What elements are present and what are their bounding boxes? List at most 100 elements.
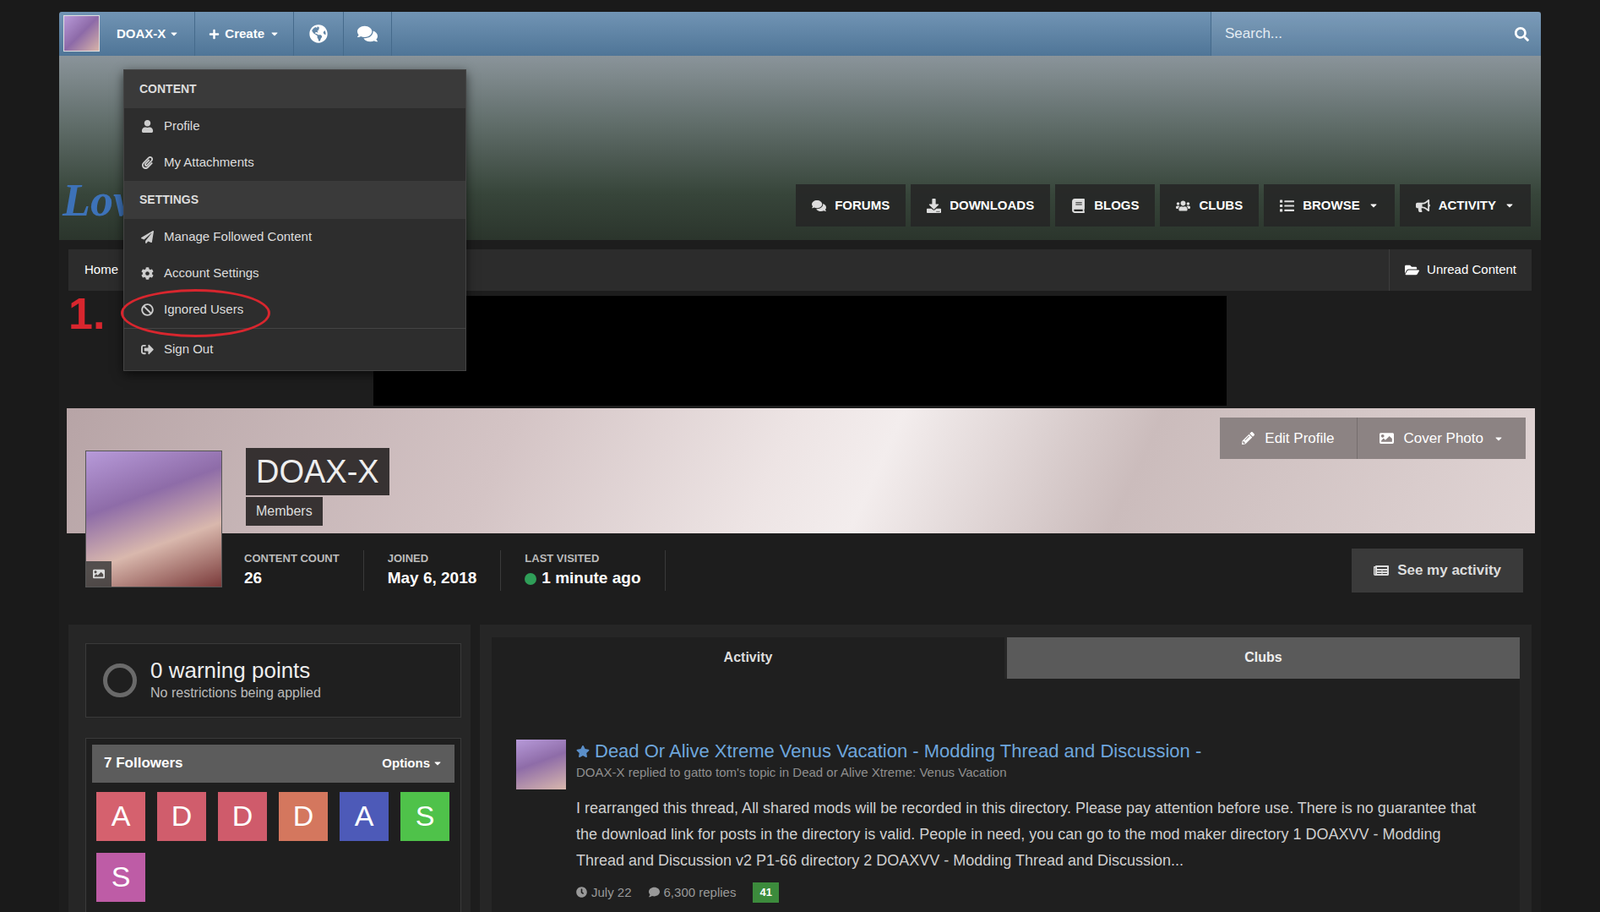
caret-icon <box>1493 433 1504 444</box>
breadcrumb-item[interactable]: Home <box>84 260 119 280</box>
nav-button[interactable]: ACTIVITY <box>1399 184 1531 227</box>
annotation-label: 1. <box>68 291 105 336</box>
messages-button[interactable] <box>343 11 392 56</box>
follower-tile[interactable]: S <box>96 852 146 902</box>
nav-icon <box>1175 198 1191 213</box>
search-input[interactable] <box>1211 22 1515 45</box>
follower-tile[interactable]: A <box>339 791 389 841</box>
spacer <box>391 11 1211 56</box>
member-group: Members <box>245 496 323 526</box>
sign-out-icon <box>141 342 154 356</box>
user-menu-button[interactable]: DOAX-X <box>101 11 196 56</box>
followers-card: 7 FollowersOptionsADDDASS <box>85 737 462 912</box>
menu-item[interactable]: Manage Followed Content <box>124 218 466 256</box>
tab[interactable]: Clubs <box>1006 636 1520 679</box>
nav-button[interactable]: FORUMS <box>795 184 906 227</box>
menu-item-icon <box>141 303 154 316</box>
profile-columns: 0 warning pointsNo restrictions being ap… <box>68 624 1532 912</box>
stat-label: CONTENT COUNT <box>244 549 340 567</box>
profile-button[interactable]: Edit Profile <box>1219 417 1356 459</box>
user-avatar[interactable] <box>63 15 100 52</box>
profile-buttons: Edit ProfileCover Photo <box>1219 417 1526 459</box>
followers-options[interactable]: Options <box>381 753 443 773</box>
follower-tile[interactable]: S <box>400 791 450 841</box>
nav-button[interactable]: CLUBS <box>1159 184 1259 227</box>
menu-section: SETTINGSManage Followed ContentAccount S… <box>124 180 466 328</box>
online-dot <box>524 572 537 585</box>
profile-stat: CONTENT COUNT26 <box>244 549 365 591</box>
menu-section: CONTENTProfileMy Attachments <box>124 70 466 181</box>
ad-block <box>373 295 1227 406</box>
profile-tabs: ActivityClubs <box>491 636 1520 679</box>
menu-item[interactable]: Profile <box>124 108 466 145</box>
warning-circle-icon <box>103 663 137 697</box>
user-dropdown-menu: CONTENTProfileMy AttachmentsSETTINGSMana… <box>123 69 467 371</box>
page: DOAX-XCreateLovFORUMSDOWNLOADSBLOGSCLUBS… <box>0 0 1600 912</box>
pencil-icon <box>1241 431 1255 445</box>
chat-icon <box>357 23 378 44</box>
activity-title-row: Dead Or Alive Xtreme Venus Vacation - Mo… <box>576 739 1496 763</box>
warning-title: 0 warning points <box>150 657 322 683</box>
profile-section: DOAX-XMembersEdit ProfileCover PhotoCONT… <box>66 408 1535 593</box>
profile-sidebar: 0 warning pointsNo restrictions being ap… <box>68 624 471 912</box>
menu-item-icon <box>141 230 154 244</box>
see-activity-button[interactable]: See my activity <box>1351 548 1524 593</box>
image-icon <box>1379 430 1394 446</box>
stat-value: 1 minute ago <box>524 565 641 591</box>
activity-body: I rearranged this thread, All shared mod… <box>576 794 1496 874</box>
stat-value: May 6, 2018 <box>387 565 478 591</box>
search-icon[interactable] <box>1514 27 1530 42</box>
followers-grid: ADDDASS <box>92 782 455 902</box>
activity-date: July 22 <box>576 882 632 903</box>
caret-icon <box>1368 200 1379 211</box>
activity-replies: 6,300 replies <box>648 882 737 903</box>
warning-subtitle: No restrictions being applied <box>150 682 322 703</box>
follower-tile[interactable]: D <box>217 791 267 841</box>
activity-avatar[interactable] <box>516 739 566 790</box>
reaction-badge: 41 <box>752 881 779 903</box>
follower-tile[interactable]: D <box>278 791 328 841</box>
caret-icon <box>1504 200 1515 211</box>
unread-content-button[interactable]: Unread Content <box>1388 249 1532 291</box>
nav-button[interactable]: BLOGS <box>1055 184 1155 227</box>
caret-icon <box>432 757 443 768</box>
caret-icon <box>269 28 280 39</box>
profile-avatar[interactable] <box>85 450 223 588</box>
follower-tile[interactable]: A <box>96 791 146 841</box>
main-nav: FORUMSDOWNLOADSBLOGSCLUBSBROWSEACTIVITY <box>795 184 1531 227</box>
nav-icon <box>1415 198 1431 213</box>
menu-item[interactable]: Account Settings <box>124 255 466 292</box>
menu-item-icon <box>141 266 154 280</box>
follower-tile[interactable]: D <box>157 791 207 841</box>
image-icon <box>92 567 105 580</box>
nav-icon <box>811 198 827 213</box>
warning-card: 0 warning pointsNo restrictions being ap… <box>85 642 462 718</box>
search-box <box>1210 11 1541 56</box>
star-icon <box>576 744 590 758</box>
activity-footer: July 22 6,300 replies 41 <box>576 881 1496 903</box>
tab[interactable]: Activity <box>491 636 1005 679</box>
clock-icon <box>576 886 588 898</box>
activity-title[interactable]: Dead Or Alive Xtreme Venus Vacation - Mo… <box>594 739 1202 763</box>
menu-section-header: SETTINGS <box>124 180 466 219</box>
menu-item[interactable]: Ignored Users1. <box>124 291 466 328</box>
create-button[interactable]: Create <box>195 11 294 56</box>
nav-button[interactable]: DOWNLOADS <box>910 184 1051 227</box>
profile-button[interactable]: Cover Photo <box>1356 417 1527 459</box>
profile-stats: CONTENT COUNT26JOINEDMay 6, 2018LAST VIS… <box>244 549 666 591</box>
profile-stat: JOINEDMay 6, 2018 <box>364 549 502 591</box>
menu-item[interactable]: My Attachments <box>124 144 466 181</box>
warning-text: 0 warning pointsNo restrictions being ap… <box>150 657 322 703</box>
change-photo-button[interactable] <box>86 560 112 587</box>
activity-item: Dead Or Alive Xtreme Venus Vacation - Mo… <box>516 739 1496 903</box>
profile-stat: LAST VISITED1 minute ago <box>500 549 665 591</box>
activity-list: Dead Or Alive Xtreme Venus Vacation - Mo… <box>491 678 1520 912</box>
followers-header: 7 Followers Options <box>92 744 455 783</box>
breadcrumb: Home <box>68 249 119 291</box>
nav-icon <box>1279 198 1295 213</box>
stat-label: JOINED <box>387 549 478 567</box>
nav-button[interactable]: BROWSE <box>1263 184 1395 227</box>
sign-out-item[interactable]: Sign Out <box>124 327 466 371</box>
notifications-button[interactable] <box>293 11 344 56</box>
followers-title: 7 Followers <box>103 751 184 774</box>
